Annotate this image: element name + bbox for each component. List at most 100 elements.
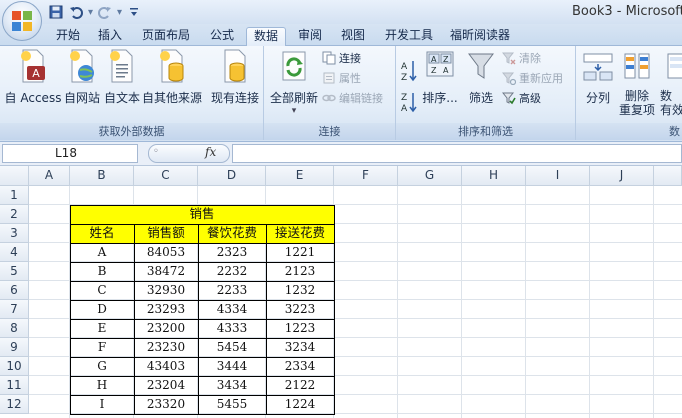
tab-review[interactable]: 审阅 <box>290 27 330 46</box>
table-cell[interactable]: 3434 <box>198 376 266 395</box>
row-header[interactable]: 4 <box>0 243 29 262</box>
existing-connections-button[interactable]: 现有连接 <box>208 48 262 106</box>
save-icon[interactable] <box>48 4 64 20</box>
customize-icon[interactable] <box>126 4 142 20</box>
connections-button[interactable]: 连接 <box>322 50 361 66</box>
table-cell[interactable]: 38472 <box>134 262 198 281</box>
remove-duplicates-button[interactable]: 删除 重复项 <box>618 48 656 117</box>
table-cell[interactable]: 1223 <box>266 319 334 338</box>
column-header[interactable]: G <box>398 166 462 186</box>
table-cell[interactable]: H <box>70 376 134 395</box>
filter-button[interactable]: 筛选 <box>464 48 498 106</box>
row-header[interactable]: 10 <box>0 357 29 376</box>
column-header[interactable]: J <box>590 166 654 186</box>
from-other-sources-button[interactable]: 自其他来源 <box>140 48 204 106</box>
table-cell[interactable]: 1221 <box>266 243 334 262</box>
row-header[interactable]: 7 <box>0 300 29 319</box>
tab-formulas[interactable]: 公式 <box>202 27 242 46</box>
name-box[interactable]: L18 <box>2 144 138 163</box>
office-button[interactable] <box>2 1 42 41</box>
column-header[interactable]: D <box>198 166 266 186</box>
table-cell[interactable]: 2334 <box>266 357 334 376</box>
clear-filter-button[interactable]: 清除 <box>502 50 541 66</box>
table-cell[interactable]: 5454 <box>198 338 266 357</box>
table-cell[interactable]: 3223 <box>266 300 334 319</box>
redo-icon[interactable] <box>97 4 113 20</box>
tab-insert[interactable]: 插入 <box>90 27 130 46</box>
expand-handle-icon[interactable]: ◦ <box>153 146 159 157</box>
tab-data[interactable]: 数据 <box>246 27 286 46</box>
table-cell[interactable]: 2123 <box>266 262 334 281</box>
table-cell[interactable]: D <box>70 300 134 319</box>
column-header[interactable]: I <box>526 166 590 186</box>
insert-function-icon[interactable]: fx <box>205 145 216 159</box>
sort-button[interactable]: A Z Z A 排序... <box>420 48 460 106</box>
table-cell[interactable]: 23293 <box>134 300 198 319</box>
text-to-columns-button[interactable]: 分列 <box>580 48 616 106</box>
table-cell[interactable]: B <box>70 262 134 281</box>
table-cell[interactable]: F <box>70 338 134 357</box>
sort-az-button[interactable]: A Z <box>400 58 418 84</box>
table-cell[interactable]: E <box>70 319 134 338</box>
table-cell[interactable]: 1224 <box>266 395 334 414</box>
tab-foxit-reader[interactable]: 福昕阅读器 <box>444 27 516 46</box>
from-web-button[interactable]: 自网站 <box>60 48 104 106</box>
row-header[interactable]: 5 <box>0 262 29 281</box>
tab-page-layout[interactable]: 页面布局 <box>136 27 196 46</box>
row-header[interactable]: 3 <box>0 224 29 243</box>
table-cell[interactable]: 5455 <box>198 395 266 414</box>
column-header[interactable]: F <box>334 166 398 186</box>
chevron-down-icon[interactable]: ▾ <box>117 7 122 18</box>
refresh-all-button[interactable]: 全部刷新 ▾ <box>268 48 320 116</box>
select-all-corner[interactable] <box>0 166 29 186</box>
table-cell[interactable]: A <box>70 243 134 262</box>
column-header[interactable] <box>654 166 682 186</box>
column-header[interactable]: C <box>134 166 198 186</box>
properties-button[interactable]: 属性 <box>322 70 361 86</box>
tab-developer[interactable]: 开发工具 <box>377 27 441 46</box>
chevron-down-icon[interactable]: ▾ <box>268 106 320 116</box>
row-header[interactable]: 1 <box>0 186 29 205</box>
table-cell[interactable]: 23230 <box>134 338 198 357</box>
chevron-down-icon[interactable]: ▾ <box>88 7 93 18</box>
table-cell[interactable]: 4334 <box>198 300 266 319</box>
table-cell[interactable]: 2323 <box>198 243 266 262</box>
formula-input[interactable] <box>232 144 682 163</box>
table-cell[interactable]: 2122 <box>266 376 334 395</box>
from-access-button[interactable]: A 自 Access <box>4 48 62 106</box>
table-cell[interactable]: 1232 <box>266 281 334 300</box>
tab-view[interactable]: 视图 <box>333 27 373 46</box>
table-cell[interactable]: I <box>70 395 134 414</box>
table-cell[interactable]: 84053 <box>134 243 198 262</box>
table-cell[interactable]: 2233 <box>198 281 266 300</box>
table-cell[interactable]: 3234 <box>266 338 334 357</box>
reapply-button[interactable]: 重新应用 <box>502 70 563 86</box>
table-cell[interactable]: 4333 <box>198 319 266 338</box>
row-header[interactable]: 12 <box>0 395 29 414</box>
table-cell[interactable]: 23204 <box>134 376 198 395</box>
table-cell[interactable]: 23320 <box>134 395 198 414</box>
sort-za-button[interactable]: Z A <box>400 90 418 114</box>
row-header[interactable]: 11 <box>0 376 29 395</box>
row-header[interactable]: 8 <box>0 319 29 338</box>
table-cell[interactable]: 2232 <box>198 262 266 281</box>
table-cell[interactable]: C <box>70 281 134 300</box>
table-cell[interactable]: 32930 <box>134 281 198 300</box>
data-validation-button[interactable]: 数 有效 <box>660 48 682 117</box>
row-header[interactable]: 2 <box>0 205 29 224</box>
edit-links-button[interactable]: 编辑链接 <box>322 90 383 106</box>
table-cell[interactable]: 23200 <box>134 319 198 338</box>
table-cell[interactable]: G <box>70 357 134 376</box>
advanced-filter-button[interactable]: 高级 <box>502 90 541 106</box>
column-header[interactable]: A <box>29 166 70 186</box>
column-header[interactable]: E <box>266 166 334 186</box>
table-cell[interactable]: 43403 <box>134 357 198 376</box>
row-header[interactable]: 9 <box>0 338 29 357</box>
row-header[interactable]: 6 <box>0 281 29 300</box>
column-header[interactable]: B <box>70 166 134 186</box>
worksheet-grid[interactable]: A B C D E F G H I J 1 2 3 4 5 6 7 8 9 10 11 12 销售 姓名 销售额 餐饮花费 接送花费… <box>0 166 682 418</box>
undo-icon[interactable] <box>68 4 84 20</box>
table-cell[interactable]: 3444 <box>198 357 266 376</box>
tab-home[interactable]: 开始 <box>48 27 88 46</box>
column-header[interactable]: H <box>462 166 526 186</box>
